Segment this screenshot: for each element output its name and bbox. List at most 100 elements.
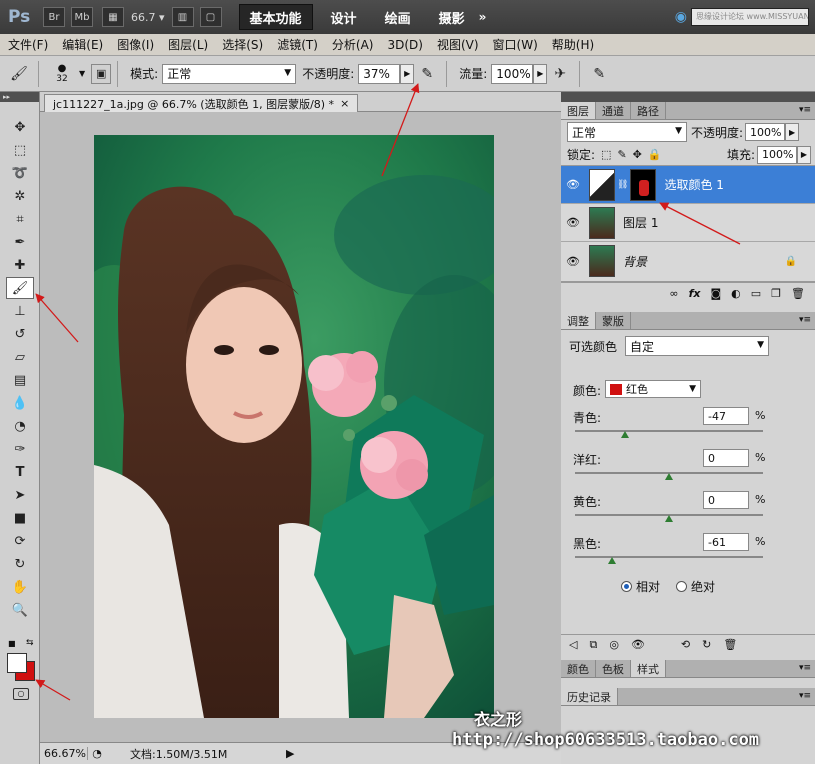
panel-menu-icon[interactable]: ▾≡ (799, 315, 811, 325)
tab-paths[interactable]: 路径 (631, 102, 666, 119)
pen-tool-icon[interactable]: ✑ (6, 438, 34, 460)
3d-rotate-tool-icon[interactable]: ⟳ (6, 530, 34, 552)
gradient-tool-icon[interactable]: ▤ (6, 369, 34, 391)
panel-menu-icon[interactable]: ▾≡ (799, 105, 811, 115)
layer-row[interactable]: 👁 背景 🔒 (561, 242, 815, 280)
menu-3d[interactable]: 3D(D) (387, 38, 422, 52)
visibility-eye-icon[interactable]: 👁 (561, 216, 585, 229)
layer-row[interactable]: 👁 图层 1 (561, 204, 815, 242)
quick-selection-tool-icon[interactable]: ✲ (6, 185, 34, 207)
tab-layers[interactable]: 图层 (561, 102, 596, 119)
status-zoom[interactable]: 66.67% (40, 747, 88, 760)
tab-swatches[interactable]: 色板 (596, 660, 631, 677)
radio-absolute[interactable] (676, 581, 688, 592)
menu-window[interactable]: 窗口(W) (493, 36, 538, 53)
reset-icon[interactable]: ↻ (702, 638, 711, 651)
new-adjustment-icon[interactable]: ◐ (731, 287, 741, 300)
trash-icon[interactable]: 🗑 (723, 638, 737, 651)
move-tool-icon[interactable]: ✥ (6, 116, 34, 138)
mode-select[interactable]: 正常 ▼ (162, 63, 297, 84)
lock-all-icon[interactable]: 🔒 (648, 148, 662, 161)
bridge-button[interactable]: Br (43, 7, 65, 27)
menu-filter[interactable]: 滤镜(T) (277, 36, 318, 53)
visibility-eye-icon[interactable]: 👁 (561, 255, 585, 268)
tab-channels[interactable]: 通道 (596, 102, 631, 119)
workspace-photography[interactable]: 摄影 (429, 4, 475, 30)
brush-panel-toggle[interactable]: ▣ (91, 63, 112, 84)
opacity-slider-button[interactable]: ▶ (400, 63, 415, 84)
tab-adjustments[interactable]: 调整 (561, 312, 596, 329)
zoom-level-select[interactable]: 66.7 ▾ (131, 11, 165, 24)
dodge-tool-icon[interactable]: ◔ (6, 415, 34, 437)
menu-analysis[interactable]: 分析(A) (332, 36, 374, 53)
slider-value-input[interactable]: 0 (703, 449, 749, 467)
visibility-eye-icon[interactable]: 👁 (561, 178, 585, 191)
menu-edit[interactable]: 编辑(E) (62, 36, 103, 53)
search-field[interactable]: 思缘设计论坛 www.MISSYUAN.COM (691, 8, 809, 26)
back-icon[interactable]: ◁ (569, 638, 577, 651)
link-layers-icon[interactable]: ∞ (669, 287, 678, 300)
crop-tool-icon[interactable]: ⌗ (6, 208, 34, 230)
radio-relative[interactable] (621, 581, 632, 592)
airbrush-icon[interactable]: ✈ (547, 62, 573, 86)
menu-file[interactable]: 文件(F) (8, 36, 48, 53)
flow-input[interactable]: 100% (491, 63, 534, 84)
hand-tool-icon[interactable]: ✋ (6, 576, 34, 598)
cs-live-icon[interactable]: ◉ (675, 9, 687, 25)
slider-value-input[interactable]: -61 (703, 533, 749, 551)
rectangle-tool-icon[interactable]: ■ (6, 507, 34, 529)
eyedropper-tool-icon[interactable]: ✒ (6, 231, 34, 253)
view-extras-button[interactable]: ▦ (102, 7, 124, 27)
eraser-tool-icon[interactable]: ▱ (6, 346, 34, 368)
healing-brush-tool-icon[interactable]: ✚ (6, 254, 34, 276)
panel-collapse-icon[interactable]: ▸▸ (0, 92, 39, 102)
clone-stamp-tool-icon[interactable]: ⊥ (6, 300, 34, 322)
slider-thumb[interactable] (665, 515, 673, 522)
type-tool-icon[interactable]: T (6, 461, 34, 483)
lock-position-icon[interactable]: ✥ (633, 148, 642, 161)
workspace-painting[interactable]: 绘画 (375, 4, 421, 30)
slider-value-input[interactable]: -47 (703, 407, 749, 425)
workspace-design[interactable]: 设计 (321, 4, 367, 30)
view-previous-icon[interactable]: ⟲ (681, 638, 690, 651)
more-workspaces-button[interactable]: » (479, 10, 487, 24)
brush-preset-picker[interactable]: ● 32 (45, 63, 79, 84)
swap-colors-icon[interactable]: ⇆ (26, 638, 34, 648)
history-brush-tool-icon[interactable]: ↺ (6, 323, 34, 345)
document-tab[interactable]: jc111227_1a.jpg @ 66.7% (选取颜色 1, 图层蒙版/8)… (44, 94, 359, 112)
slider-thumb[interactable] (665, 473, 673, 480)
3d-orbit-tool-icon[interactable]: ↻ (6, 553, 34, 575)
brush-tool-icon[interactable]: 🖌 (6, 277, 34, 299)
tab-masks[interactable]: 蒙版 (596, 312, 631, 329)
trash-icon[interactable]: 🗑 (791, 287, 805, 300)
quick-mask-icon[interactable]: ○ (13, 688, 29, 700)
fill-input[interactable]: 100% (757, 145, 797, 164)
fill-slider-button[interactable]: ▶ (797, 145, 811, 164)
brush-picker-arrow-icon[interactable]: ▼ (79, 69, 85, 78)
slider-track[interactable] (575, 430, 763, 432)
tool-preset-picker[interactable]: 🖌 (6, 62, 32, 86)
menu-image[interactable]: 图像(I) (117, 36, 154, 53)
layer-opacity-slider-button[interactable]: ▶ (785, 123, 800, 141)
lock-transparent-icon[interactable]: ⬚ (601, 148, 611, 161)
layer-row[interactable]: 👁 ⛓ 选取颜色 1 (561, 166, 815, 204)
panel-menu-icon[interactable]: ▾≡ (799, 691, 811, 701)
layer-opacity-input[interactable]: 100% (745, 123, 786, 141)
menu-select[interactable]: 选择(S) (222, 36, 263, 53)
panel-menu-icon[interactable]: ▾≡ (799, 663, 811, 673)
chain-link-icon[interactable]: ⛓ (617, 180, 628, 190)
add-mask-icon[interactable]: ◙ (710, 287, 721, 300)
slider-thumb[interactable] (607, 557, 616, 564)
layer-mask-thumbnail[interactable] (630, 168, 657, 201)
menu-layer[interactable]: 图层(L) (168, 36, 208, 53)
lasso-tool-icon[interactable]: ➰ (6, 162, 34, 184)
toggle-visibility-icon[interactable]: 👁 (631, 638, 645, 651)
marquee-tool-icon[interactable]: ⬚ (6, 139, 34, 161)
foreground-color-swatch[interactable] (7, 653, 27, 673)
tab-history[interactable]: 历史记录 (561, 688, 618, 705)
layer-style-icon[interactable]: fx (689, 287, 701, 300)
mini-bridge-button[interactable]: Mb (71, 7, 93, 27)
blur-tool-icon[interactable]: 💧 (6, 392, 34, 414)
slider-track[interactable] (575, 556, 763, 558)
clip-layer-icon[interactable]: ◎ (609, 638, 619, 651)
